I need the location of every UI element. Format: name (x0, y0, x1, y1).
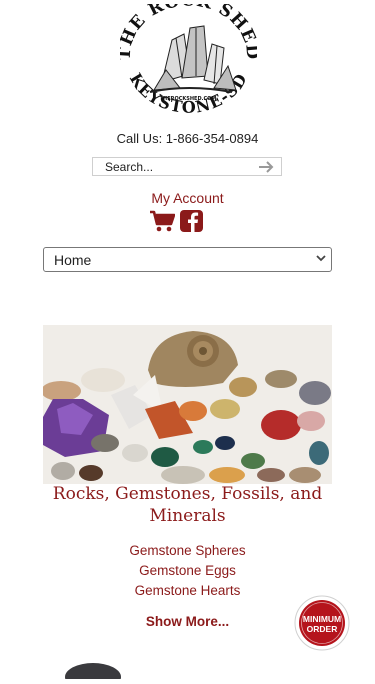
nav-dropdown[interactable]: Home (43, 247, 332, 272)
search-box (92, 157, 282, 176)
category-image[interactable] (43, 325, 332, 484)
header-icons (149, 210, 204, 232)
arrow-right-icon[interactable] (257, 159, 275, 175)
my-account-link[interactable]: My Account (0, 190, 375, 206)
search-input[interactable] (93, 158, 265, 176)
logo-url-text: THEROCKSHED.COM (160, 96, 217, 102)
shopping-cart-icon[interactable] (149, 210, 175, 232)
site-logo[interactable]: THE ROCK SHED KEYSTONE-SD THEROCKSHED.CO… (120, 4, 257, 124)
category-sub-links: Gemstone Spheres Gemstone Eggs Gemstone … (0, 541, 375, 601)
badge-line2: ORDER (307, 624, 338, 634)
facebook-icon[interactable] (179, 210, 204, 232)
badge-line1: MINIMUM (303, 614, 341, 624)
category-title[interactable]: Rocks, Gemstones, Fossils, and Minerals (40, 483, 335, 527)
minimum-order-badge[interactable]: MINIMUM ORDER (288, 595, 356, 651)
crystal-illustration (149, 25, 237, 93)
next-category-image[interactable] (63, 659, 123, 684)
link-gemstone-eggs[interactable]: Gemstone Eggs (0, 561, 375, 581)
phone-number: Call Us: 1-866-354-0894 (116, 131, 259, 146)
link-gemstone-spheres[interactable]: Gemstone Spheres (0, 541, 375, 561)
